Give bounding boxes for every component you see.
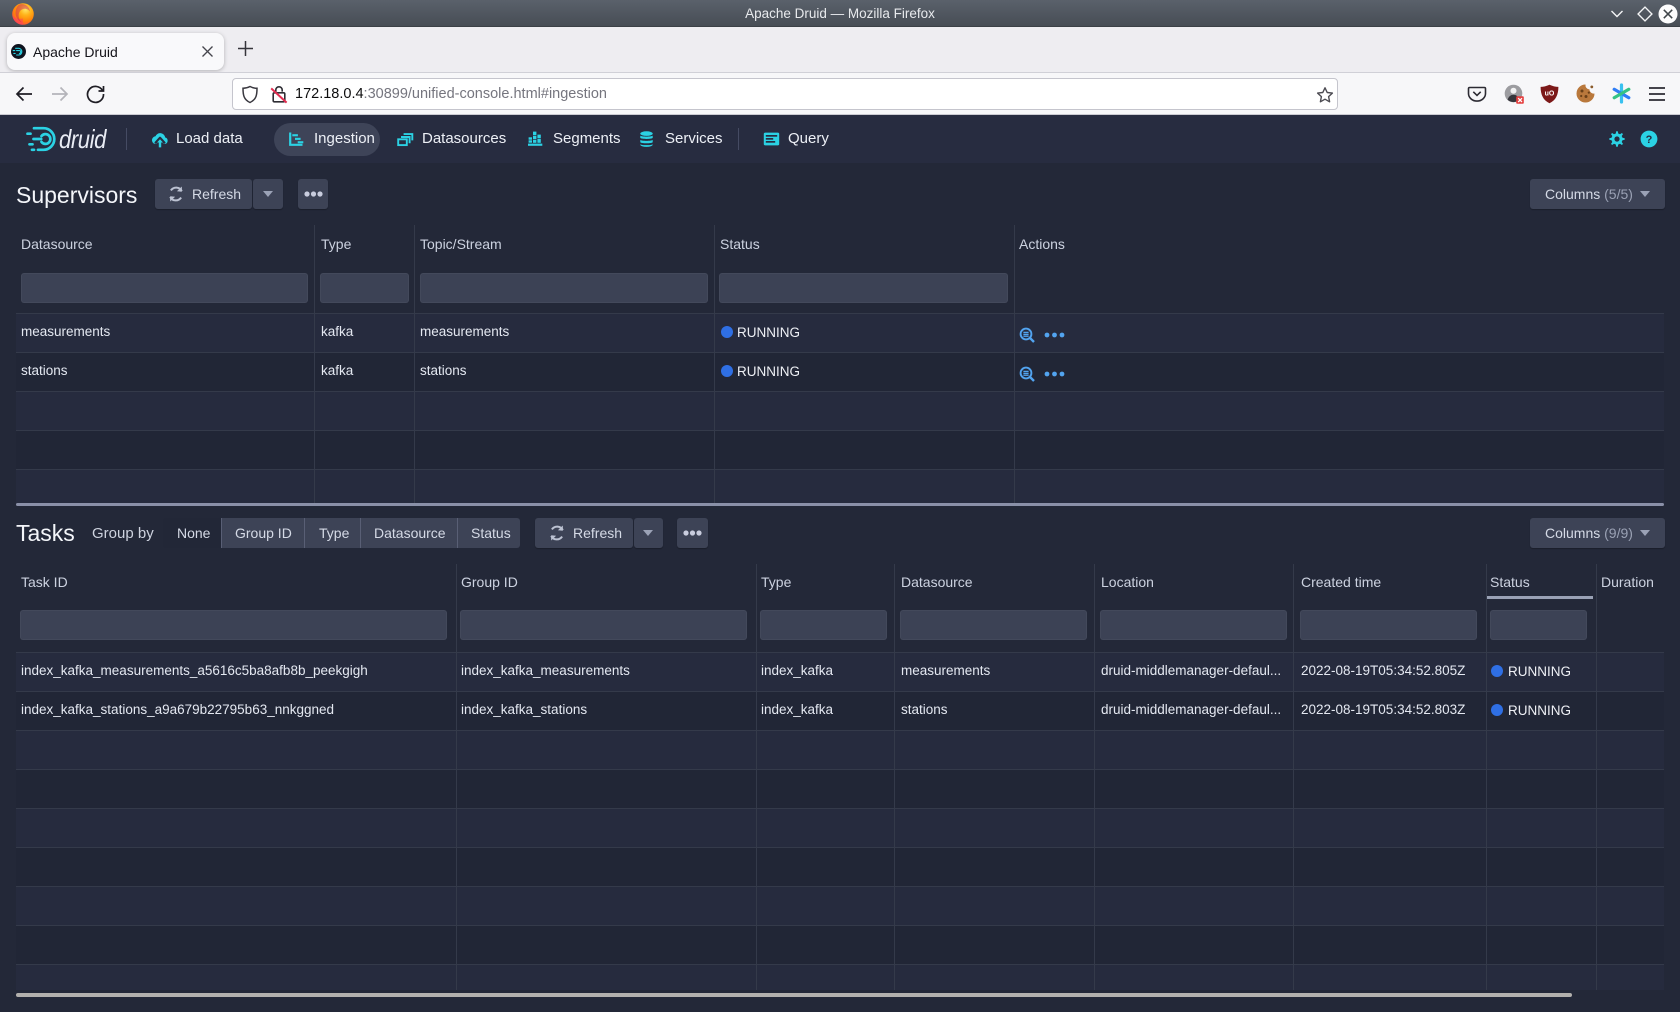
svg-text:uO: uO <box>1545 91 1555 98</box>
